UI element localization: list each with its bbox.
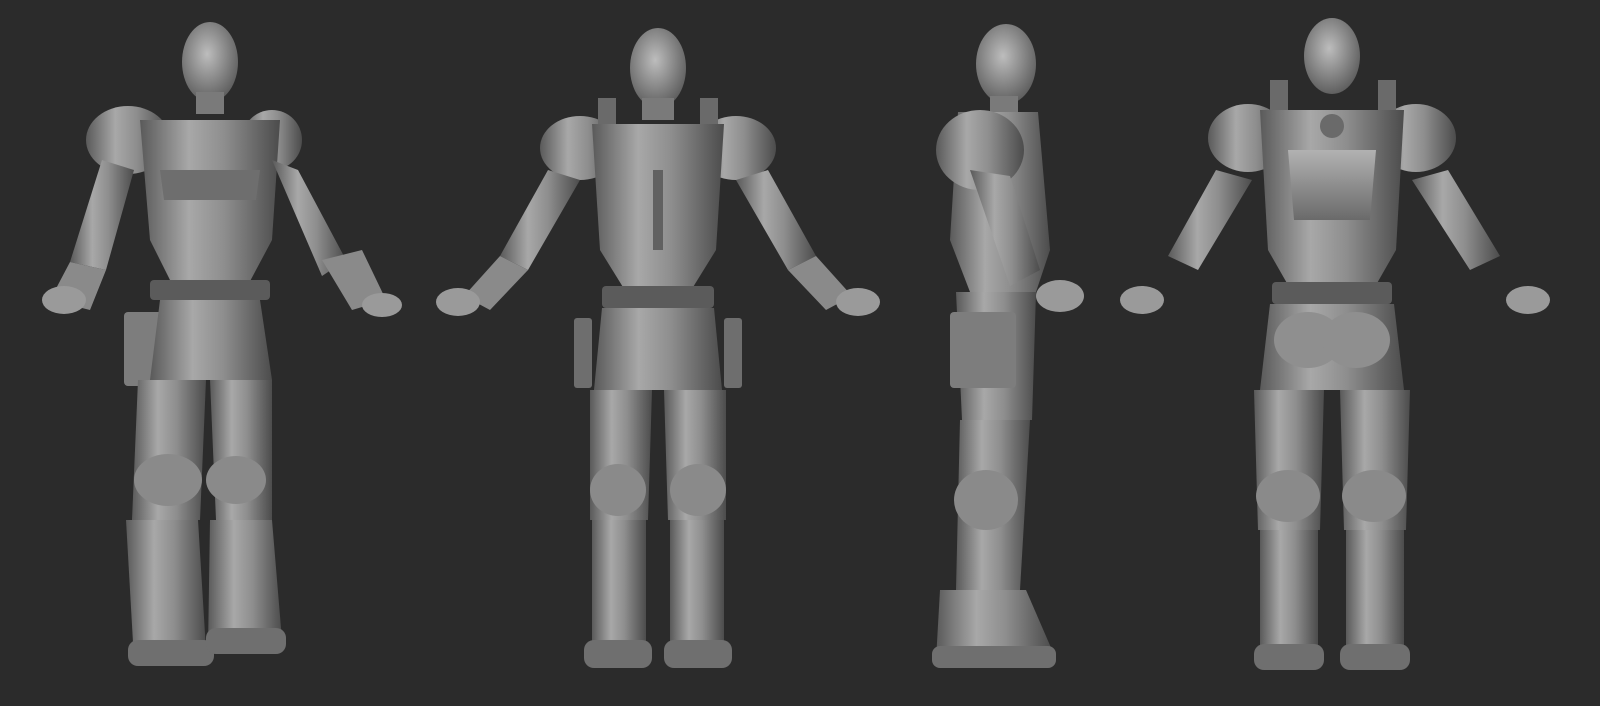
back-view (1120, 0, 1600, 706)
armored-figure-side-icon (932, 24, 1084, 668)
side-view (900, 0, 1120, 706)
armored-figure-back-icon (1120, 18, 1550, 670)
armored-figure-front-icon (436, 28, 880, 668)
front-view (430, 0, 900, 706)
sculpt-turnaround-canvas (0, 0, 1600, 706)
armored-figure-three-quarter-icon (42, 22, 402, 666)
three-quarter-view (10, 0, 410, 706)
